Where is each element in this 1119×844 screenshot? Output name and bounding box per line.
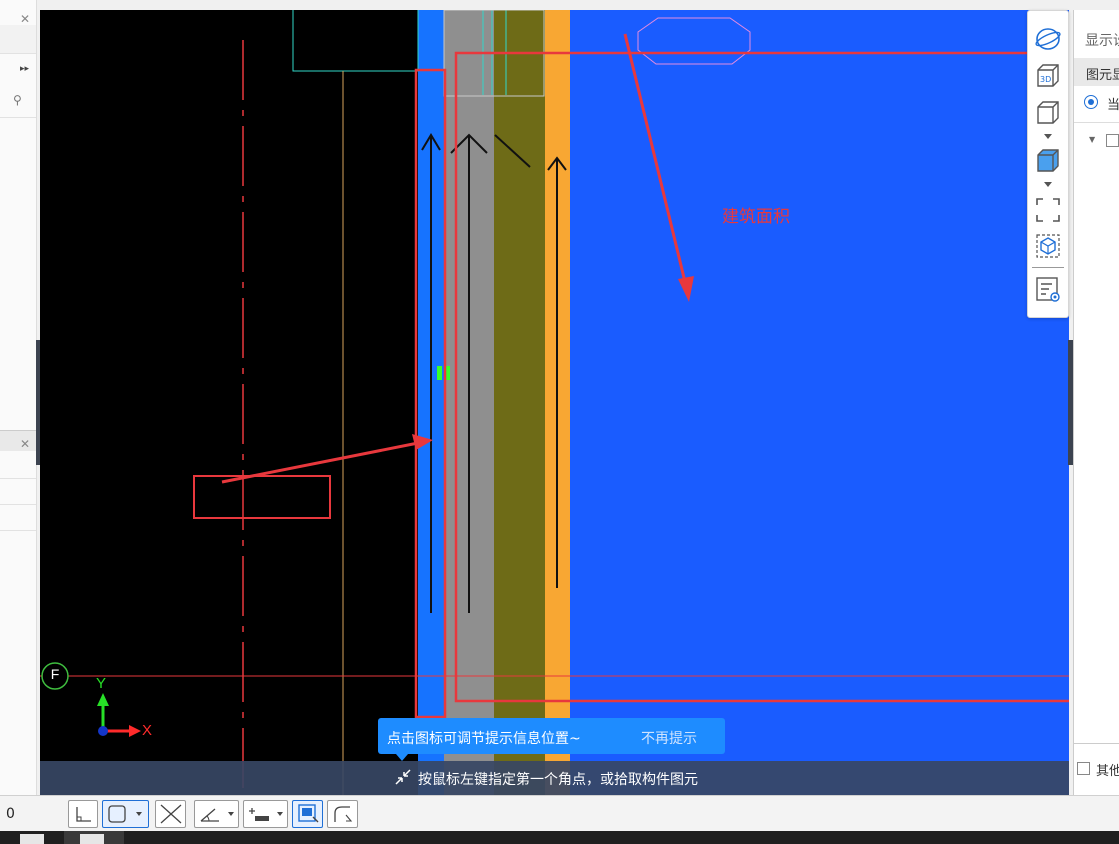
chevron-down-icon[interactable]	[1044, 182, 1052, 187]
angle-mode-button[interactable]	[194, 800, 239, 828]
search-icon[interactable]: ⚲	[13, 93, 22, 107]
taskbar-app-icon[interactable]	[80, 834, 104, 844]
building-area-fill	[568, 10, 1069, 795]
coordinate-readout: 0	[6, 806, 15, 822]
highlight-box-label	[193, 475, 331, 519]
orthogonal-icon[interactable]	[68, 800, 98, 828]
panel-title: 显示设	[1085, 33, 1119, 49]
display-settings-icon[interactable]	[1034, 275, 1062, 303]
command-prompt-bar: 按鼠标左键指定第一个角点，或拾取构件图元	[40, 761, 1069, 795]
radio-button[interactable]	[1084, 95, 1098, 109]
cross-snap-icon[interactable]	[155, 800, 186, 828]
grip-marker	[437, 366, 442, 380]
hint-tooltip: 点击图标可调节提示信息位置~ 不再提示	[378, 718, 725, 754]
chevron-down-icon[interactable]	[277, 812, 283, 816]
x-axis-label: X	[142, 722, 153, 739]
tree-expand-icon[interactable]: ▼	[1089, 135, 1095, 144]
reposition-hint-icon[interactable]	[394, 768, 412, 786]
chevron-down-icon[interactable]	[228, 812, 234, 816]
left-panel-section-header	[0, 430, 36, 451]
annotation-label: 建筑面积	[722, 207, 790, 227]
toolbar-divider	[1032, 267, 1064, 268]
chevron-down-icon[interactable]	[136, 812, 142, 816]
expand-icon[interactable]: ▸▸	[20, 64, 29, 74]
svg-text:3D: 3D	[1040, 75, 1051, 84]
cad-drawing	[40, 10, 1069, 795]
close-icon[interactable]: ✕	[20, 437, 30, 451]
other-checkbox-label: 其他	[1096, 764, 1119, 779]
cyan-outline	[292, 10, 419, 72]
chevron-down-icon[interactable]	[1044, 134, 1052, 139]
fit-view-icon[interactable]	[1034, 196, 1062, 224]
hint-message: 点击图标可调节提示信息位置~	[387, 731, 581, 747]
select-box-icon[interactable]	[1034, 232, 1062, 260]
3d-view-icon[interactable]: 3D	[1034, 62, 1062, 90]
list-item[interactable]	[0, 452, 36, 479]
list-item[interactable]	[0, 504, 36, 531]
other-checkbox[interactable]	[1077, 762, 1090, 775]
y-axis-label: Y	[96, 675, 107, 692]
panel-subtitle: 图元显	[1086, 68, 1119, 83]
left-panel: ✕ ▸▸ ⚲ ✕	[0, 0, 37, 795]
drawing-canvas[interactable]: 建筑面积 F Y X	[40, 10, 1069, 795]
orbit-icon[interactable]	[1034, 25, 1062, 53]
cube-filled-icon[interactable]	[1034, 147, 1062, 175]
radio-label: 当	[1107, 98, 1119, 113]
ucs-origin-icon	[98, 726, 108, 736]
taskbar-app-icon[interactable]	[20, 834, 44, 844]
close-icon[interactable]: ✕	[20, 12, 30, 26]
list-item[interactable]	[0, 478, 36, 505]
tooltip-tail	[396, 754, 408, 761]
view-toolbar: 3D	[1027, 10, 1069, 318]
polar-track-icon[interactable]	[327, 800, 358, 828]
cube-outline-icon[interactable]	[1034, 99, 1062, 127]
wall-strip-olive	[494, 10, 545, 795]
right-panel: 显示设 图元显 当 ▼ 其他	[1073, 10, 1119, 795]
bottom-toolbar: 0	[0, 795, 1119, 832]
tree-checkbox[interactable]	[1106, 134, 1119, 147]
left-panel-header	[0, 25, 36, 54]
dynamic-input-icon[interactable]	[292, 800, 323, 828]
command-instruction: 按鼠标左键指定第一个角点，或拾取构件图元	[418, 772, 698, 788]
snap-mode-button[interactable]	[102, 800, 149, 828]
dont-show-again-link[interactable]: 不再提示	[641, 728, 697, 748]
os-taskbar	[0, 831, 1119, 844]
grid-axis-label: F	[50, 666, 60, 682]
dimension-button[interactable]	[243, 800, 288, 828]
